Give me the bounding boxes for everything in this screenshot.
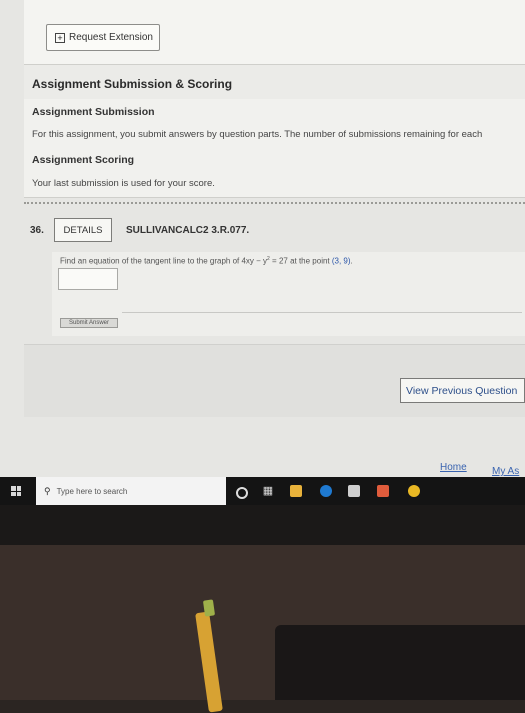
request-extension-label: Request Extension xyxy=(69,32,153,43)
monitor-bezel xyxy=(0,505,525,545)
submit-answer-button[interactable]: Submit Answer xyxy=(60,318,118,328)
scoring-text: Your last submission is used for your sc… xyxy=(32,178,215,189)
scoring-heading: Assignment Scoring xyxy=(32,154,135,166)
prompt-text: Find an equation of the tangent line to … xyxy=(60,256,268,266)
home-link[interactable]: Home xyxy=(440,462,467,473)
prompt-point: (3, 9) xyxy=(331,256,351,266)
search-icon: ⚲ xyxy=(44,485,51,496)
question-number: 36. xyxy=(30,224,44,236)
my-assignments-link[interactable]: My As xyxy=(492,466,519,477)
task-view-icon[interactable]: ▦ xyxy=(262,485,274,497)
submission-scoring-panel: Assignment Submission & Scoring Assignme… xyxy=(24,64,525,198)
question-header: 36. DETAILS SULLIVANCALC2 3.R.077. xyxy=(24,210,525,250)
plus-icon: + xyxy=(55,32,65,43)
question-body: Find an equation of the tangent line to … xyxy=(52,252,525,336)
cortana-icon[interactable] xyxy=(236,487,248,499)
dark-device xyxy=(275,625,525,700)
windows-start-icon[interactable] xyxy=(11,486,21,496)
windows-taskbar: ⚲ Type here to search ▦ xyxy=(0,477,525,505)
pencil-eraser xyxy=(202,599,216,617)
chrome-icon[interactable] xyxy=(408,485,420,497)
store-icon[interactable] xyxy=(348,485,360,497)
mail-icon[interactable] xyxy=(377,485,389,497)
view-previous-question-button[interactable]: View Previous Question xyxy=(400,378,525,403)
question-prompt: Find an equation of the tangent line to … xyxy=(60,256,353,266)
scoring-title: Assignment Submission & Scoring xyxy=(32,77,233,91)
submit-divider xyxy=(122,312,522,313)
answer-input[interactable] xyxy=(58,268,118,290)
edge-icon[interactable] xyxy=(320,485,332,497)
prompt-period: . xyxy=(350,256,353,266)
question-code: SULLIVANCALC2 3.R.077. xyxy=(126,225,250,236)
section-divider xyxy=(24,202,525,204)
search-placeholder: Type here to search xyxy=(56,486,128,496)
details-button[interactable]: DETAILS xyxy=(54,218,112,242)
submission-text: For this assignment, you submit answers … xyxy=(32,129,483,140)
file-explorer-icon[interactable] xyxy=(290,485,302,497)
request-extension-button[interactable]: + Request Extension xyxy=(46,24,160,51)
browser-screen: + Request Extension Assignment Submissio… xyxy=(0,0,525,510)
submission-heading: Assignment Submission xyxy=(32,106,155,118)
prompt-equals: = 27 at the point xyxy=(269,256,332,266)
taskbar-search[interactable]: ⚲ Type here to search xyxy=(36,477,226,505)
